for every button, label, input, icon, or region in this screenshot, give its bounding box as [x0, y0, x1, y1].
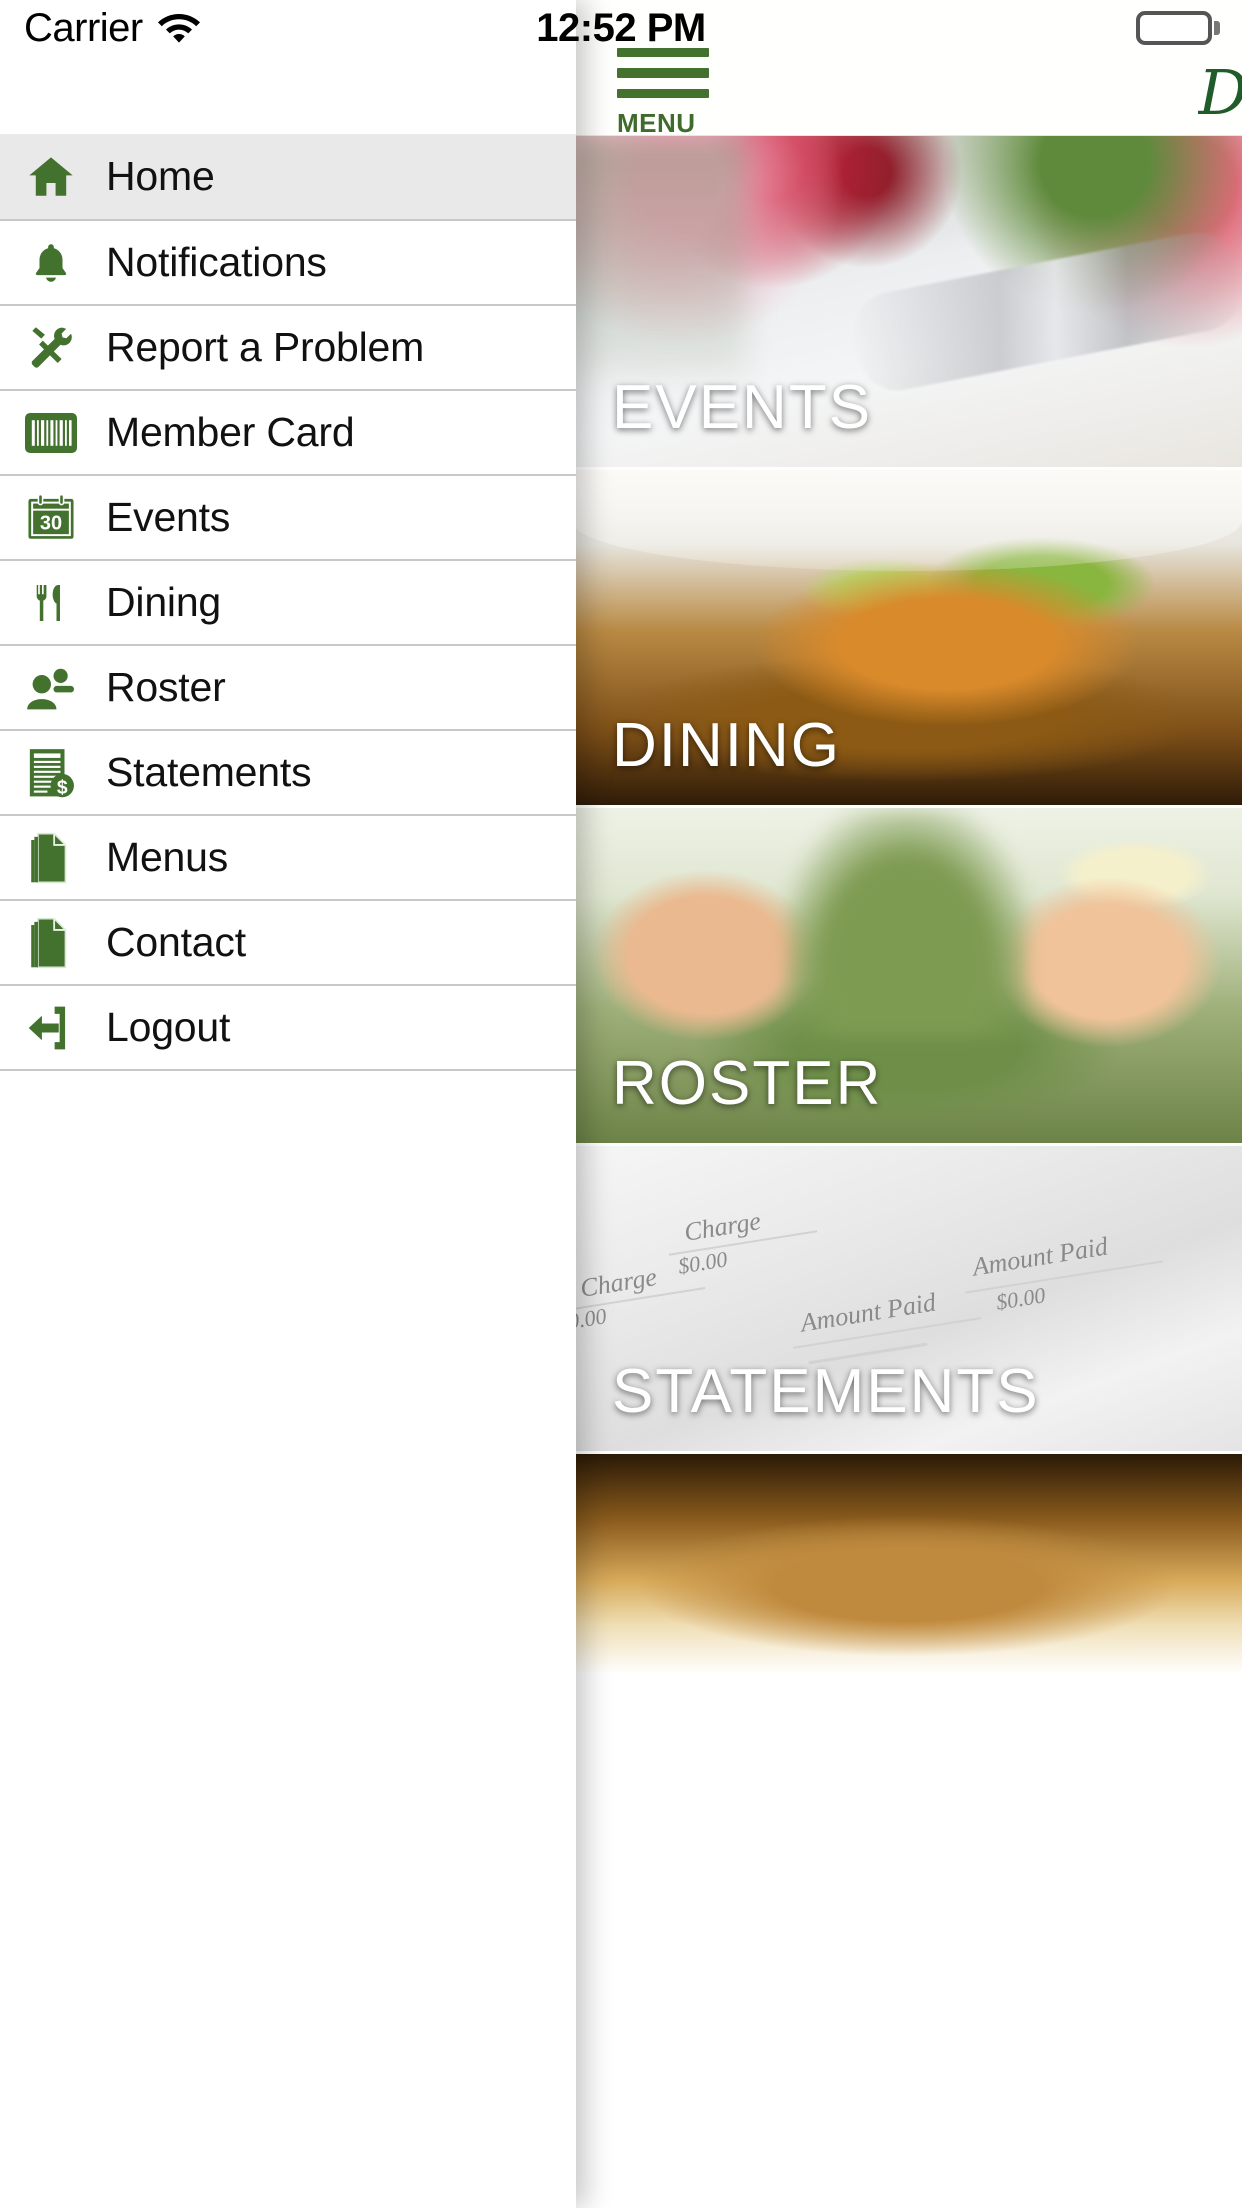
clock-label: 12:52 PM [536, 5, 706, 50]
tile-events-label: EVENTS [612, 373, 873, 442]
tile-roster-label: ROSTER [612, 1049, 883, 1118]
sidebar-item-statements[interactable]: $ Statements [0, 729, 576, 814]
logout-arrow-icon [12, 1000, 90, 1056]
sidebar-item-notifications[interactable]: Notifications [0, 219, 576, 304]
battery-cap [1214, 21, 1220, 35]
status-bar: Carrier 12:52 PM [0, 0, 1242, 56]
tile-events[interactable]: EVENTS [572, 136, 1242, 470]
sidebar-item-label-logout: Logout [106, 1004, 231, 1050]
document-icon [12, 915, 90, 971]
sidebar-item-label-events: Events [106, 494, 231, 540]
sidebar-item-roster[interactable]: Roster [0, 644, 576, 729]
fork-knife-icon [12, 575, 90, 631]
sidebar-item-events[interactable]: 30 Events [0, 474, 576, 559]
tile-statements[interactable]: Charge $0.00 Charge 0.00 Amount Paid $0.… [572, 1146, 1242, 1454]
battery-icon [1136, 11, 1212, 45]
tile-roster[interactable]: ROSTER [572, 808, 1242, 1146]
app-content-panel: MENU D EVENTS DINING ROSTER Charge $0.00 [572, 0, 1242, 2208]
sidebar-item-label-menus: Menus [106, 834, 229, 880]
drawer-nav-list: Home Notifications Report a Problem Memb… [0, 134, 576, 1069]
hamburger-icon-bar-2 [617, 68, 709, 78]
statement-dollar-icon: $ [12, 745, 90, 801]
svg-text:30: 30 [40, 512, 62, 534]
sidebar-item-dining[interactable]: Dining [0, 559, 576, 644]
menu-button-label: MENU [617, 107, 696, 138]
stmt-amount-paid-2: Amount Paid [798, 1287, 938, 1338]
calendar-30-icon: 30 [12, 490, 90, 546]
stmt-amount-paid-1: Amount Paid [970, 1231, 1110, 1282]
home-icon [12, 149, 90, 205]
drawer-empty-area [0, 1071, 576, 1831]
sidebar-item-contact[interactable]: Contact [0, 899, 576, 984]
sidebar-item-label-notifications: Notifications [106, 239, 327, 285]
tile-dining-label: DINING [612, 711, 841, 780]
tools-icon [12, 320, 90, 376]
navigation-drawer: Home Notifications Report a Problem Memb… [0, 0, 576, 2208]
sidebar-item-logout[interactable]: Logout [0, 984, 576, 1069]
sidebar-item-label-member-card: Member Card [106, 409, 355, 455]
app-screen: MENU D EVENTS DINING ROSTER Charge $0.00 [0, 0, 1242, 2208]
sidebar-item-label-dining: Dining [106, 579, 222, 625]
svg-text:$: $ [57, 776, 68, 798]
tile-partial-image [572, 1454, 1242, 1674]
sidebar-item-label-home: Home [106, 153, 215, 199]
bell-icon [12, 235, 90, 291]
sidebar-item-label-statements: Statements [106, 749, 312, 795]
sidebar-item-home[interactable]: Home [0, 134, 576, 219]
status-bar-center: 12:52 PM [0, 6, 1242, 51]
barcode-icon [12, 405, 90, 461]
menu-button[interactable]: MENU [617, 48, 713, 136]
sidebar-item-member-card[interactable]: Member Card [0, 389, 576, 474]
tile-dining[interactable]: DINING [572, 470, 1242, 808]
sidebar-item-report-a-problem[interactable]: Report a Problem [0, 304, 576, 389]
sidebar-item-menus[interactable]: Menus [0, 814, 576, 899]
sidebar-item-label-roster: Roster [106, 664, 226, 710]
sidebar-item-label-contact: Contact [106, 919, 246, 965]
brand-logo: D [1198, 56, 1242, 129]
tile-partial[interactable] [572, 1454, 1242, 1674]
tile-list: EVENTS DINING ROSTER Charge $0.00 Charge… [572, 136, 1242, 1674]
people-icon [12, 660, 90, 716]
tile-statements-label: STATEMENTS [612, 1357, 1040, 1426]
status-bar-right [1136, 11, 1220, 45]
document-icon [12, 830, 90, 886]
hamburger-icon-bar-3 [617, 88, 709, 98]
sidebar-item-label-report: Report a Problem [106, 324, 425, 370]
